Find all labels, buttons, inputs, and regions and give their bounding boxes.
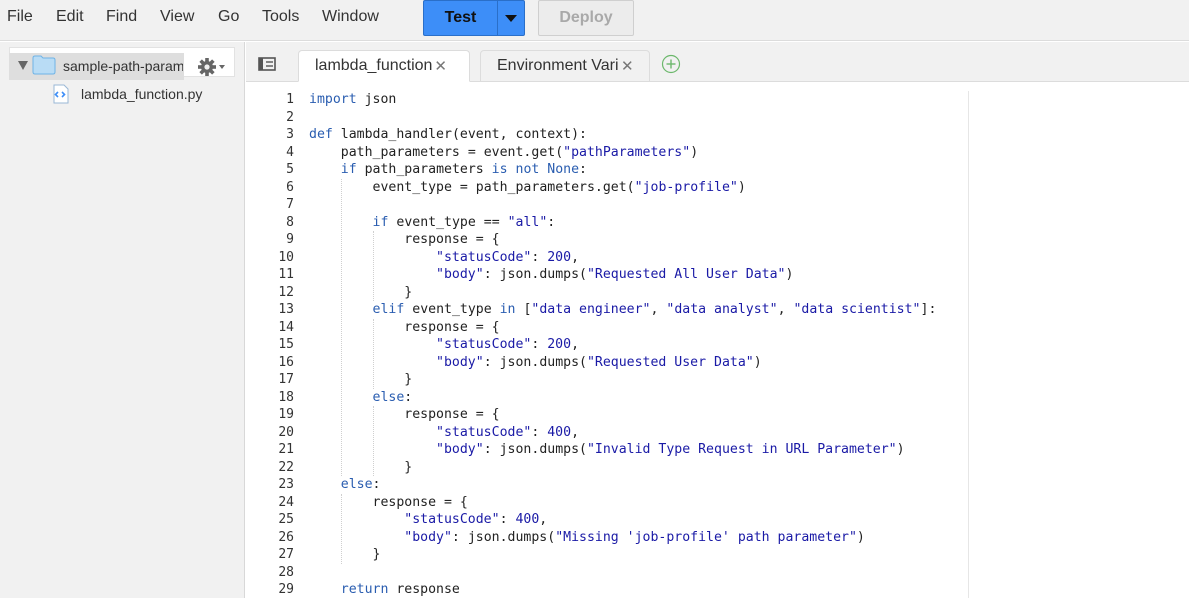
test-dropdown-button[interactable] bbox=[497, 0, 525, 36]
folder-name: sample-path-parameter bbox=[63, 58, 183, 74]
file-name[interactable]: lambda_function.py bbox=[81, 86, 202, 102]
line-number: 21 bbox=[278, 442, 294, 457]
line-number: 29 bbox=[278, 582, 294, 597]
code-line[interactable]: else: bbox=[309, 476, 969, 494]
code-line[interactable]: "body": json.dumps("Missing 'job-profile… bbox=[309, 529, 969, 547]
menu-bar: File Edit Find View Go Tools Window Test… bbox=[0, 0, 1189, 41]
indent-guide bbox=[372, 318, 374, 389]
code-line[interactable]: "statusCode": 200, bbox=[309, 249, 969, 267]
code-line[interactable]: import json bbox=[309, 91, 969, 109]
code-line[interactable]: } bbox=[309, 371, 969, 389]
menu-window[interactable]: Window bbox=[322, 8, 379, 26]
line-number: 15 bbox=[278, 337, 294, 352]
line-number: 20 bbox=[278, 424, 294, 440]
menu-edit[interactable]: Edit bbox=[56, 8, 84, 26]
line-number: 23 bbox=[278, 477, 294, 492]
line-number: 18 bbox=[278, 389, 294, 405]
code-line[interactable] bbox=[309, 109, 969, 127]
line-number: 2 bbox=[286, 109, 294, 125]
line-number: 8 bbox=[286, 214, 294, 230]
code-line[interactable]: path_parameters = event.get("pathParamet… bbox=[309, 144, 969, 162]
line-number: 6 bbox=[286, 179, 294, 195]
indent-guide bbox=[340, 178, 342, 476]
line-number-gutter: 1 2 3 4 5 6 7 8 9 10 11 12 13 14 15 16 17 18 19 20 21 22 23 24 2… bbox=[246, 91, 294, 598]
code-line[interactable]: "body": json.dumps("Requested All User D… bbox=[309, 266, 969, 284]
code-line[interactable]: def lambda_handler(event, context): bbox=[309, 126, 969, 144]
python-file-icon bbox=[53, 84, 69, 104]
code-line[interactable]: } bbox=[309, 459, 969, 477]
menu-file[interactable]: File bbox=[7, 8, 33, 26]
code-line[interactable] bbox=[309, 196, 969, 214]
tab-environment-variables[interactable]: Environment Variables ✕ bbox=[480, 50, 650, 82]
menu-tools[interactable]: Tools bbox=[262, 8, 299, 26]
code-line[interactable]: response = { bbox=[309, 494, 969, 512]
line-number: 1 bbox=[286, 92, 294, 107]
line-number: 28 bbox=[278, 564, 294, 580]
tab-label: lambda_function bbox=[315, 57, 433, 74]
line-number: 12 bbox=[278, 284, 294, 300]
line-number: 25 bbox=[278, 512, 294, 527]
code-line[interactable]: "body": json.dumps("Invalid Type Request… bbox=[309, 441, 969, 459]
test-button-divider bbox=[497, 0, 498, 36]
line-number: 24 bbox=[278, 494, 294, 510]
line-number: 5 bbox=[286, 162, 294, 177]
line-number: 7 bbox=[286, 197, 294, 212]
code-line[interactable]: if path_parameters is not None: bbox=[309, 161, 969, 179]
close-icon[interactable]: ✕ bbox=[434, 57, 448, 75]
code-line[interactable]: response = { bbox=[309, 231, 969, 249]
folder-icon bbox=[32, 55, 56, 75]
line-number: 19 bbox=[278, 407, 294, 422]
code-line[interactable]: } bbox=[309, 284, 969, 302]
line-number: 27 bbox=[278, 547, 294, 562]
file-sidebar bbox=[0, 42, 245, 598]
line-number: 9 bbox=[286, 232, 294, 247]
line-number: 11 bbox=[278, 267, 294, 282]
code-line[interactable]: event_type = path_parameters.get("job-pr… bbox=[309, 179, 969, 197]
gear-icon[interactable] bbox=[197, 56, 227, 78]
chevron-down-icon bbox=[505, 14, 517, 22]
line-number: 10 bbox=[278, 249, 294, 265]
code-content[interactable]: import json def lambda_handler(event, con… bbox=[309, 91, 969, 598]
code-line[interactable]: response = { bbox=[309, 406, 969, 424]
caret-down-icon[interactable] bbox=[18, 61, 28, 70]
code-line[interactable]: "statusCode": 400, bbox=[309, 511, 969, 529]
deploy-button[interactable]: Deploy bbox=[538, 0, 634, 36]
tab-label: Environment Variables bbox=[497, 57, 619, 74]
indent-guide bbox=[372, 231, 374, 301]
line-number: 4 bbox=[286, 144, 294, 160]
code-line[interactable]: else: bbox=[309, 389, 969, 407]
menu-view[interactable]: View bbox=[160, 8, 194, 26]
indent-guide bbox=[372, 406, 374, 476]
code-line[interactable]: "statusCode": 200, bbox=[309, 336, 969, 354]
line-number: 14 bbox=[278, 319, 294, 335]
menu-go[interactable]: Go bbox=[218, 8, 239, 26]
code-line[interactable]: } bbox=[309, 546, 969, 564]
code-line[interactable]: response = { bbox=[309, 319, 969, 337]
code-line[interactable]: "statusCode": 400, bbox=[309, 424, 969, 442]
line-number: 16 bbox=[278, 354, 294, 370]
code-line[interactable]: return response bbox=[309, 581, 969, 598]
line-number: 13 bbox=[278, 302, 294, 317]
code-line[interactable] bbox=[309, 564, 969, 582]
line-number: 22 bbox=[278, 459, 294, 475]
tab-lambda-function[interactable]: lambda_function ✕ bbox=[298, 50, 470, 82]
add-tab-icon[interactable] bbox=[661, 54, 681, 74]
code-line[interactable]: elif event_type in ["data engineer", "da… bbox=[309, 301, 969, 319]
line-number: 17 bbox=[278, 372, 294, 387]
code-line[interactable]: "body": json.dumps("Requested User Data"… bbox=[309, 354, 969, 372]
line-number: 3 bbox=[286, 127, 294, 142]
menu-find[interactable]: Find bbox=[106, 8, 137, 26]
indent-guide bbox=[340, 493, 342, 564]
code-line[interactable]: if event_type == "all": bbox=[309, 214, 969, 232]
line-number: 26 bbox=[278, 529, 294, 545]
close-icon[interactable]: ✕ bbox=[621, 57, 635, 75]
tabs-menu-icon[interactable] bbox=[258, 56, 276, 72]
test-button[interactable]: Test bbox=[423, 0, 497, 36]
